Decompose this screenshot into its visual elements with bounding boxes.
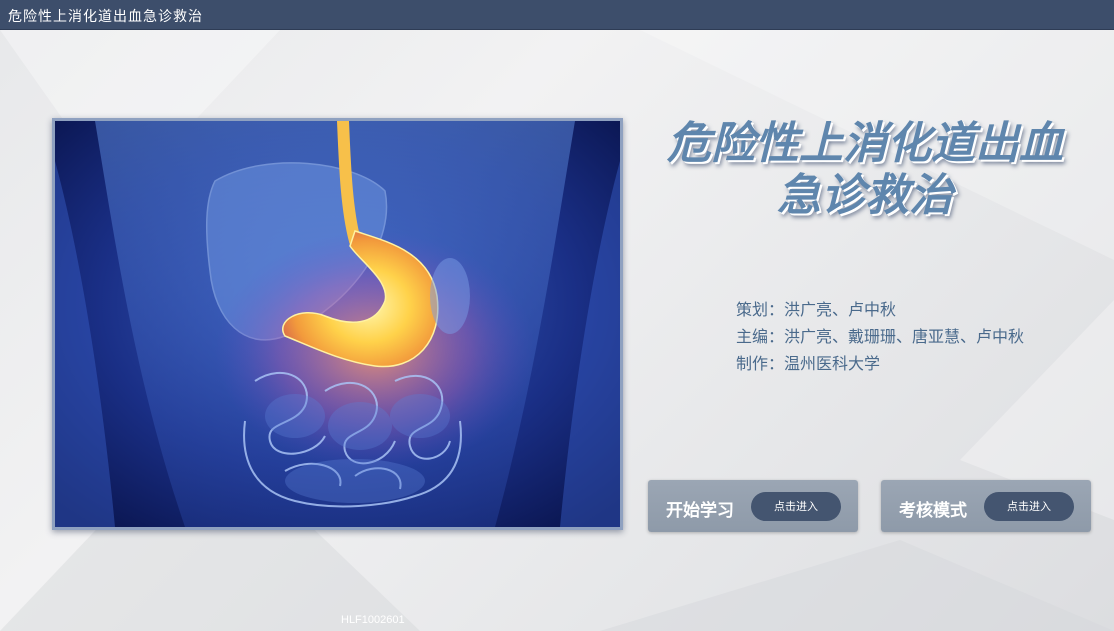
start-study-button[interactable]: 点击进入	[751, 492, 841, 521]
main-title-line2: 急诊救治	[777, 170, 953, 221]
study-card: 开始学习 点击进入	[648, 480, 858, 532]
footer-code: HLF1002601	[341, 614, 405, 626]
exam-label: 考核模式	[899, 501, 967, 521]
credits-block: 策划：洪广亮、卢中秋 主编：洪广亮、戴珊珊、唐亚慧、卢中秋 制作：温州医科大学	[736, 296, 1024, 377]
stomach-anatomy-illustration	[55, 121, 620, 527]
study-label: 开始学习	[666, 501, 734, 521]
credit-planner: 策划：洪广亮、卢中秋	[736, 300, 897, 319]
credit-editors: 主编：洪广亮、戴珊珊、唐亚慧、卢中秋	[736, 327, 1025, 346]
window-titlebar: 危险性上消化道出血急诊救治	[0, 0, 1114, 30]
exam-card: 考核模式 点击进入	[881, 480, 1091, 532]
main-title: 危险性上消化道出血 急诊救治	[640, 118, 1090, 222]
hero-image	[52, 118, 623, 530]
credit-producer: 制作：温州医科大学	[736, 354, 881, 373]
window-title: 危险性上消化道出血急诊救治	[8, 9, 203, 25]
start-exam-button[interactable]: 点击进入	[984, 492, 1074, 521]
main-title-line1: 危险性上消化道出血	[667, 118, 1063, 169]
